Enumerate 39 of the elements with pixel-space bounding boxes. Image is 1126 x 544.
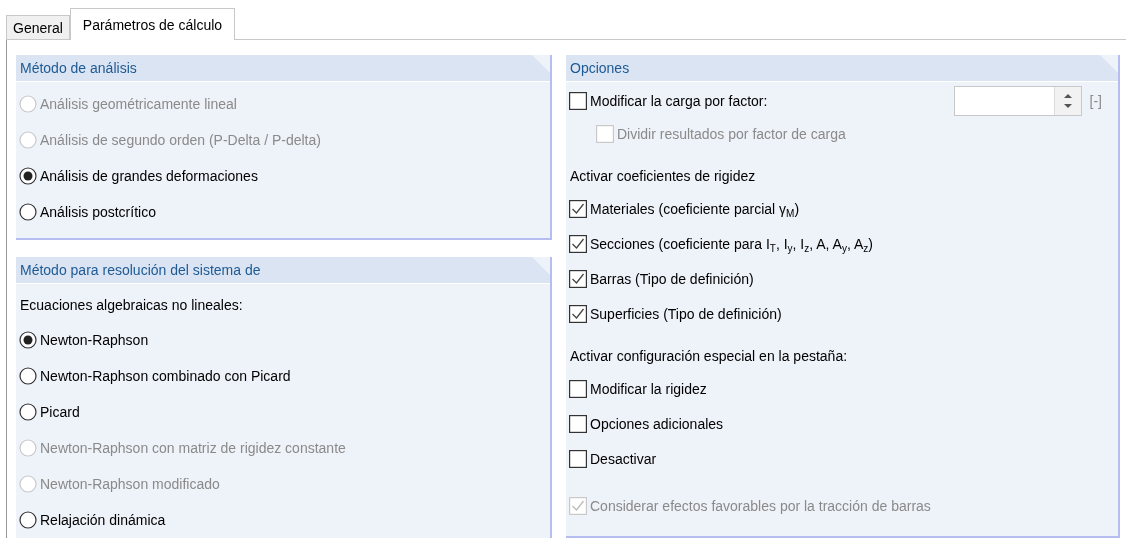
checkbox-option[interactable]: Superficies (Tipo de definición) [569, 304, 782, 323]
checkbox-option[interactable]: Materiales (coeficiente parcial γ$_{M}$) [569, 199, 800, 218]
group-label: Activar configuración especial en la pestaña: [569, 347, 849, 366]
checkbox[interactable] [569, 234, 587, 253]
radio-button[interactable] [19, 511, 37, 529]
radio-button[interactable] [19, 331, 37, 349]
radio-button[interactable] [19, 167, 37, 185]
checkbox[interactable] [569, 379, 587, 398]
checkbox[interactable] [569, 414, 587, 433]
unit-label: [-] [1089, 93, 1102, 109]
radio-option[interactable]: Análisis de grandes deformaciones [19, 167, 258, 185]
checkbox-option[interactable]: Modificar la carga por factor: [569, 92, 768, 110]
radio-button[interactable] [19, 203, 37, 221]
checkbox[interactable] [569, 269, 587, 288]
radio-option[interactable]: Newton-Raphson combinado con Picard [19, 367, 291, 385]
checkbox-option[interactable]: Opciones adicionales [569, 414, 724, 433]
group-label: Ecuaciones algebraicas no lineales: [19, 296, 244, 315]
checkbox-option[interactable]: Barras (Tipo de definición) [569, 269, 754, 288]
number-field[interactable] [953, 86, 1082, 116]
panel-title: Opciones [570, 60, 630, 76]
panel-title: Método de análisis [20, 60, 137, 76]
checkbox[interactable] [569, 449, 587, 468]
radio-button[interactable] [19, 367, 37, 385]
radio-option[interactable]: Análisis postcrítico [19, 203, 156, 221]
panel-title: Método para resolución del sistema de [20, 262, 261, 278]
checkbox-option[interactable]: Desactivar [569, 449, 657, 468]
checkbox[interactable] [569, 92, 587, 110]
tab[interactable]: General [6, 15, 70, 40]
checkbox[interactable] [569, 304, 587, 323]
checkbox[interactable] [569, 199, 587, 218]
radio-option[interactable]: Picard [19, 403, 80, 421]
radio-option[interactable]: Relajación dinámica [19, 511, 166, 529]
radio-option[interactable]: Newton-Raphson [19, 331, 149, 349]
group-label: Activar coeficientes de rigidez [569, 167, 757, 186]
checkbox-option[interactable]: Modificar la rigidez [569, 379, 707, 398]
radio-button[interactable] [19, 403, 37, 421]
checkbox-option[interactable]: Secciones (coeficiente para I$_{T}$, I$_{y}$, I$_{z}$, A, A$_{y}$, A$_{z}$) [569, 234, 873, 253]
spin-arrows-icon[interactable] [1053, 87, 1081, 115]
tab[interactable]: Parámetros de cálculo [69, 8, 236, 40]
